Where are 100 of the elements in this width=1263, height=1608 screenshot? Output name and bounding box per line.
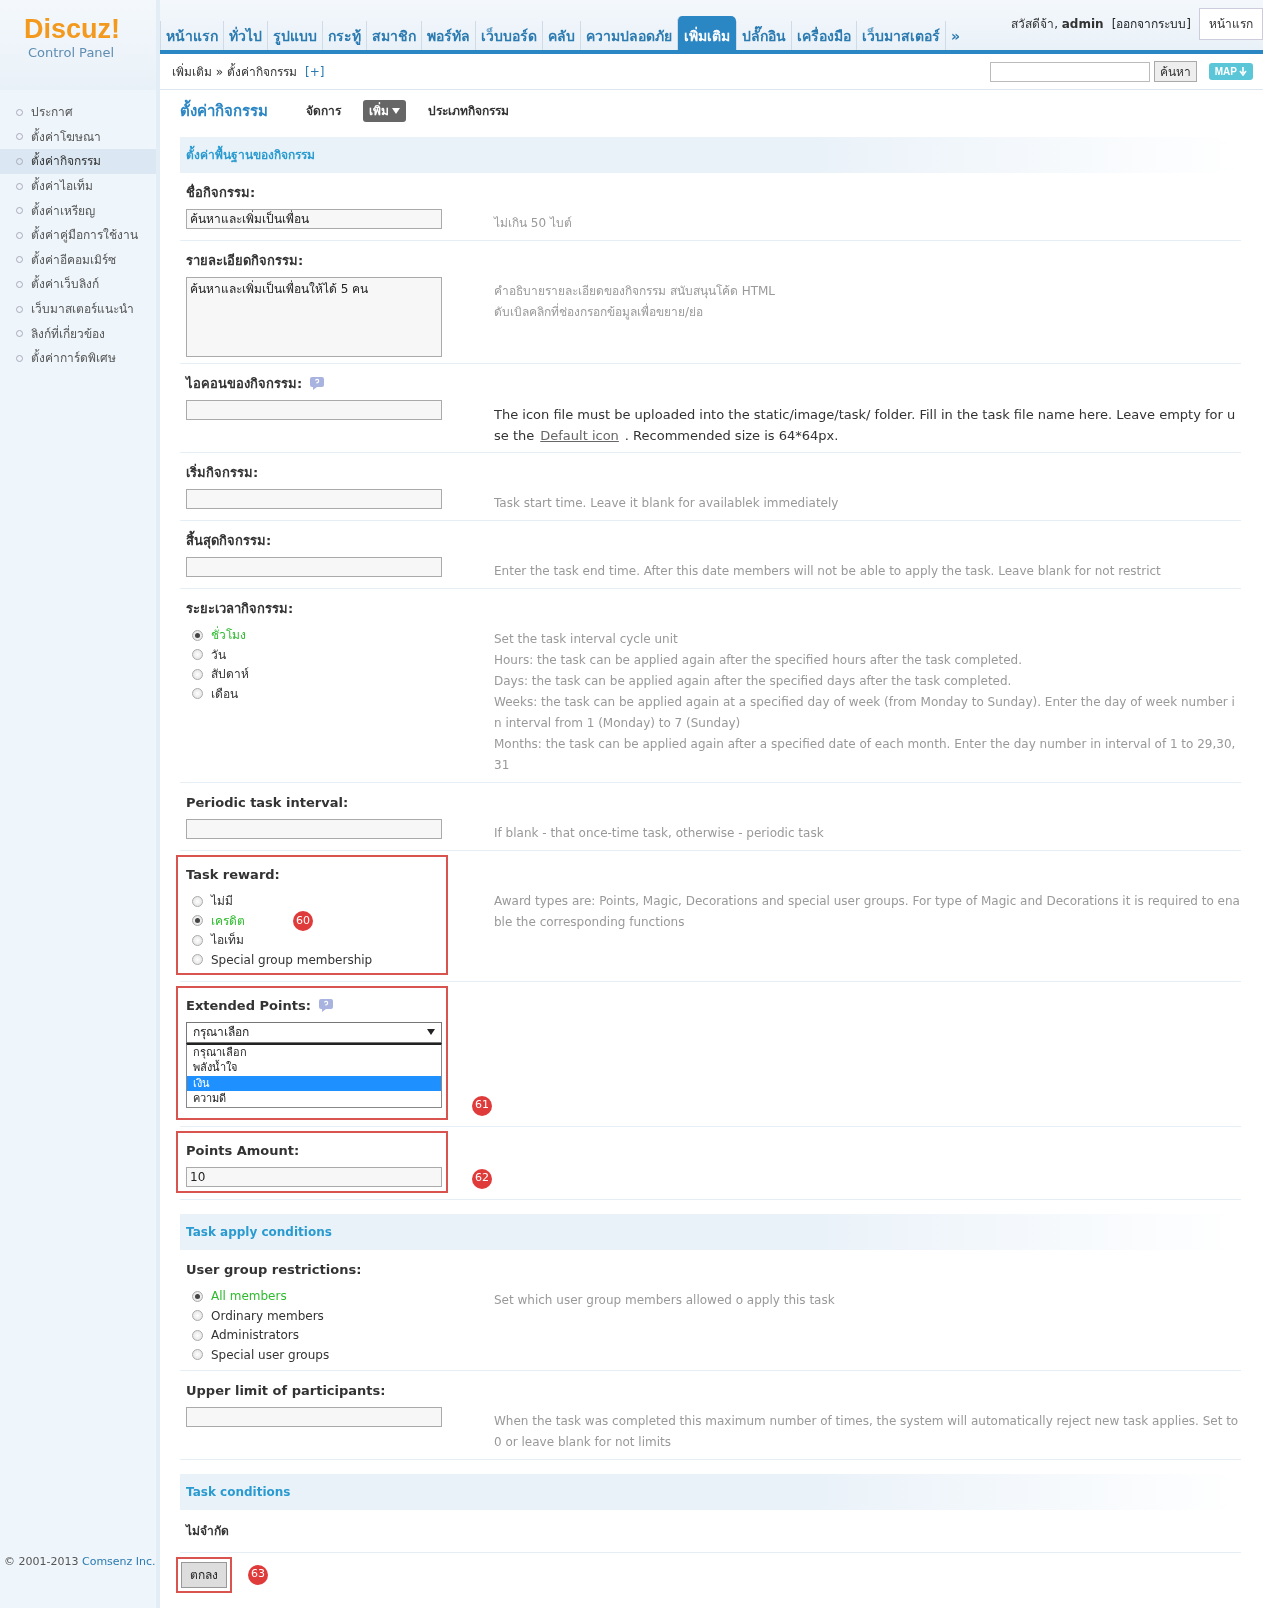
sidebar-item[interactable]: ตั้งค่าไอเท็ม — [0, 173, 156, 199]
section-title: Task apply conditions — [186, 1223, 332, 1241]
nav-tab[interactable]: หน้าแรก — [160, 20, 223, 50]
nav-tab[interactable]: ทั่วไป — [223, 20, 267, 50]
hint-text: Task start time. Leave it blank for availablek immediately — [494, 494, 840, 512]
sidebar-item[interactable]: ตั้งค่าโฆษณา — [0, 124, 156, 150]
option-label: Special group membership — [211, 951, 373, 969]
nav-tab[interactable]: พอร์ทัล — [421, 20, 475, 50]
nav-tab[interactable]: เพิ่มเติม — [677, 15, 736, 50]
input-field[interactable] — [186, 399, 442, 420]
sidebar-item[interactable]: ตั้งค่าอีคอมเมิร์ซ — [0, 247, 156, 273]
radio-button[interactable] — [192, 915, 203, 927]
field-label: ชื่อกิจกรรม: — [186, 182, 256, 202]
text-area[interactable]: ค้นหาและเพิ่มเป็นเพื่อนให้ได้ 5 คน — [186, 276, 442, 357]
input-field[interactable] — [186, 1406, 442, 1427]
home-button[interactable]: หน้าแรก — [1199, 8, 1263, 40]
field-label: Extended Points: — [186, 996, 311, 1015]
field-label: Periodic task interval: — [186, 793, 349, 812]
hint-text: คำอธิบายรายละเอียดของกิจกรรม สนับสนุนโค้ด HTML — [494, 282, 777, 301]
annotation-number: 62 — [472, 1168, 492, 1189]
default-icon-link[interactable]: Default icon — [540, 427, 619, 443]
option-label: ไม่มี — [211, 893, 233, 911]
radio-button[interactable] — [192, 688, 203, 700]
sidebar-item[interactable]: ตั้งค่าการ์ดพิเศษ — [0, 345, 156, 371]
hint-text: Award types are: Points, Magic, Decorations and special user groups. For type of Magic and Decorations it is required to enable the corresponding functions — [494, 892, 1241, 931]
breadcrumb: เพิ่มเติม » ตั้งค่ากิจกรรม — [172, 62, 297, 81]
option-label: เดือน — [211, 685, 238, 703]
radio-button[interactable] — [192, 629, 203, 641]
input-field[interactable]: ค้นหาและเพิ่มเป็นเพื่อน — [186, 208, 442, 229]
dropdown-option[interactable]: กรุณาเลือก — [187, 1044, 441, 1060]
logo: Discuz! — [24, 16, 122, 43]
radio-button[interactable] — [192, 668, 203, 680]
input-field[interactable]: 10 — [186, 1166, 442, 1187]
page-title: ตั้งค่ากิจกรรม — [180, 100, 268, 123]
sidebar-item[interactable]: ลิงก์ที่เกี่ยวข้อง — [0, 321, 156, 346]
greeting-text: สวัสดีจ้า, admin — [1011, 16, 1104, 33]
radio-button[interactable] — [192, 1349, 203, 1361]
caret-icon — [427, 1029, 435, 1035]
page-tab[interactable]: เพิ่ม — [363, 100, 406, 123]
search-button[interactable]: ค้นหา — [1153, 61, 1197, 82]
submit-button[interactable]: ตกลง — [181, 1561, 227, 1588]
hint-text: ไม่เกิน 50 ไบต์ — [494, 214, 573, 232]
hint-text: The icon file must be uploaded into the static/image/task/ folder. Fill in the task file name here. Leave empty for use the Default icon . Recommended size is 64*64px. — [494, 405, 1237, 445]
field-label: เริ่มกิจกรรม: — [186, 462, 259, 482]
option-label: ชั่วโมง — [211, 626, 246, 645]
annotation-number: 61 — [472, 1095, 492, 1116]
sidebar-item[interactable]: เว็บมาสเตอร์แนะนำ — [0, 296, 156, 322]
hint-text: When the task was completed this maximum number of times, the system will automatically reject new task applies. Set to 0 or leave blank for not limits — [494, 1412, 1240, 1451]
radio-button[interactable] — [192, 1329, 203, 1341]
nav-tab[interactable]: ปลั๊กอิน — [736, 20, 791, 50]
annotation-number: 63 — [248, 1564, 268, 1585]
hint-text: Enter the task end time. After this date members will not be able to apply the task. Leave blank for not restrict — [494, 562, 1162, 580]
nav-tab[interactable]: เครื่องมือ — [791, 20, 856, 50]
field-label: ระยะเวลากิจกรรม: — [186, 599, 294, 618]
field-label: Points Amount: — [186, 1141, 300, 1160]
field-label: Upper limit of participants: — [186, 1381, 386, 1400]
option-label: วัน — [211, 646, 226, 664]
company-link[interactable]: Comsenz Inc. — [81, 1554, 156, 1568]
nav-tab[interactable]: เว็บบอร์ด — [475, 20, 542, 50]
option-label: All members — [211, 1288, 287, 1306]
search-field[interactable] — [989, 61, 1150, 82]
sidebar-item[interactable]: ตั้งค่ากิจกรรม — [0, 149, 156, 174]
logo-subtitle: Control Panel — [27, 44, 116, 62]
add-link[interactable]: [+] — [305, 62, 325, 81]
dropdown-option[interactable]: พลังน้ำใจ — [187, 1060, 441, 1076]
radio-button[interactable] — [192, 934, 203, 946]
nav-tab[interactable]: คลับ — [542, 20, 580, 50]
page-tab[interactable]: จัดการ — [300, 100, 347, 123]
radio-button[interactable] — [192, 1310, 203, 1322]
input-field[interactable] — [186, 818, 442, 839]
dropdown-option[interactable]: ความดี — [187, 1091, 441, 1107]
nav-tab[interactable]: สมาชิก — [366, 20, 421, 50]
more-tabs-button[interactable]: » — [945, 20, 966, 50]
radio-button[interactable] — [192, 1290, 203, 1302]
hint-text: Weeks: the task can be applied again at a specified day of week (from Monday to Sunday). Enter the day of week number in interval from 1 (Monday) to 7 (Sunday) — [494, 693, 1236, 732]
sidebar-item[interactable]: ตั้งค่าเว็บลิงก์ — [0, 272, 156, 297]
option-label: สัปดาห์ — [211, 666, 249, 684]
condition-text: ไม่จำกัด — [180, 1509, 1241, 1553]
option-label: Special user groups — [211, 1346, 330, 1364]
input-field[interactable] — [186, 488, 442, 509]
field-label: สิ้นสุดกิจกรรม: — [186, 530, 272, 551]
radio-button[interactable] — [192, 895, 203, 907]
sidebar-item[interactable]: ตั้งค่าเหรียญ — [0, 198, 156, 223]
input-field[interactable] — [186, 556, 442, 577]
field-label: User group restrictions: — [186, 1260, 362, 1279]
sidebar-item[interactable]: ประกาศ — [0, 100, 156, 125]
page-tab[interactable]: ประเภทกิจกรรม — [422, 100, 515, 123]
radio-button[interactable] — [192, 954, 203, 966]
nav-tab[interactable]: เว็บมาสเตอร์ — [856, 20, 945, 50]
down-arrow-icon — [1239, 67, 1247, 76]
hint-text: ดับเบิลคลิกที่ช่องกรอกข้อมูลเพื่อขยาย/ย่อ — [494, 302, 705, 322]
annotation-number: 60 — [293, 910, 313, 931]
field-label: รายละเอียดกิจกรรม: — [186, 251, 304, 270]
nav-tab[interactable]: กระทู้ — [322, 20, 366, 50]
radio-button[interactable] — [192, 649, 203, 661]
dropdown-field[interactable]: กรุณาเลือก — [186, 1021, 442, 1043]
option-label: ไอเท็ม — [211, 931, 244, 950]
sidebar-item[interactable]: ตั้งค่าคู่มือการใช้งาน — [0, 222, 156, 248]
logout-link[interactable]: [ออกจากระบบ] — [1111, 15, 1191, 33]
nav-tab[interactable]: รูปแบบ — [267, 20, 322, 50]
